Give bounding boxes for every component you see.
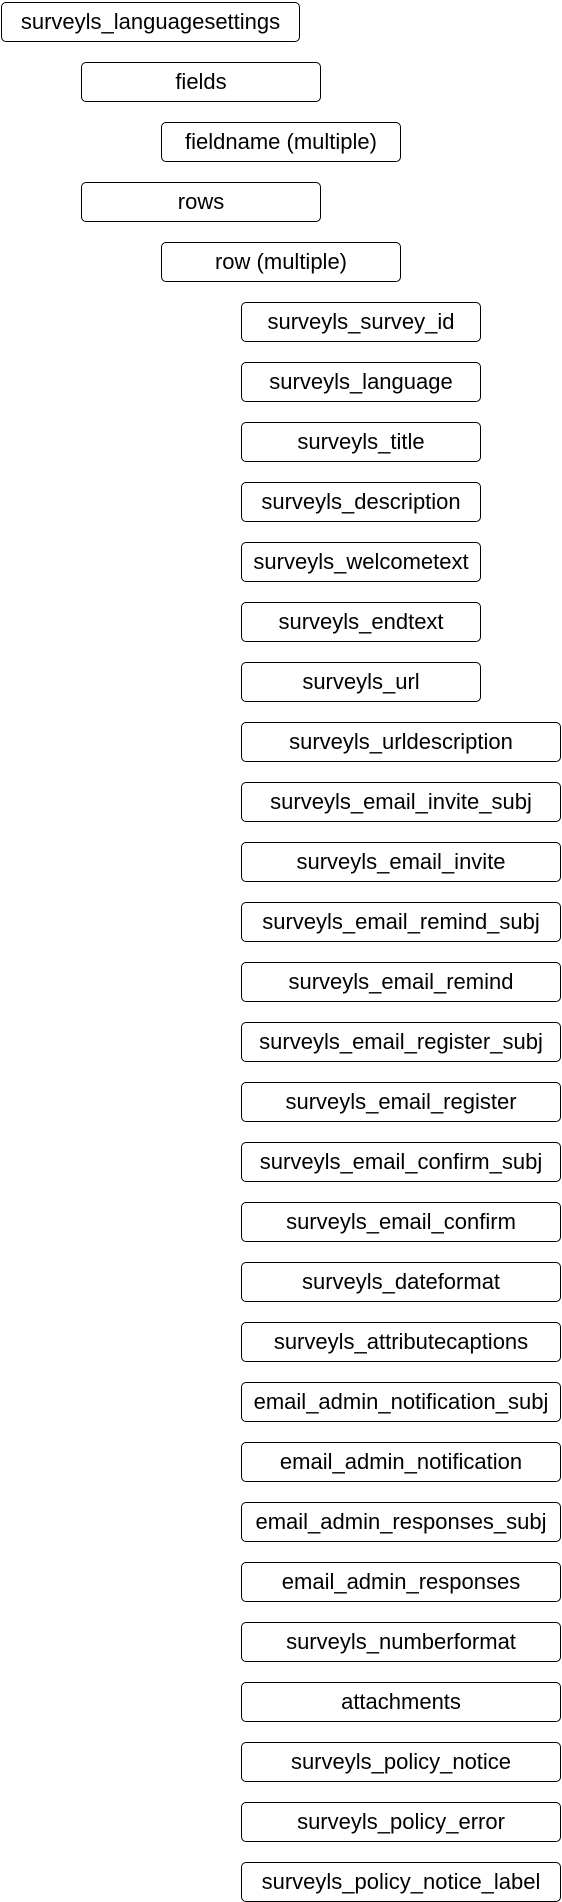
node-attachments: attachments [241, 1682, 561, 1722]
node-surveyls-policy-notice: surveyls_policy_notice [241, 1742, 561, 1782]
node-surveyls-welcometext: surveyls_welcometext [241, 542, 481, 582]
node-surveyls-language: surveyls_language [241, 362, 481, 402]
node-email-admin-notification: email_admin_notification [241, 1442, 561, 1482]
node-row-multiple: row (multiple) [161, 242, 401, 282]
node-surveyls-title: surveyls_title [241, 422, 481, 462]
node-surveyls-attributecaptions: surveyls_attributecaptions [241, 1322, 561, 1362]
node-surveyls-urldescription: surveyls_urldescription [241, 722, 561, 762]
node-surveyls-policy-notice-label: surveyls_policy_notice_label [241, 1862, 561, 1902]
node-surveyls-email-register: surveyls_email_register [241, 1082, 561, 1122]
node-surveyls-email-invite-subj: surveyls_email_invite_subj [241, 782, 561, 822]
node-surveyls-description: surveyls_description [241, 482, 481, 522]
node-surveyls-survey-id: surveyls_survey_id [241, 302, 481, 342]
node-surveyls-email-remind-subj: surveyls_email_remind_subj [241, 902, 561, 942]
node-email-admin-notification-subj: email_admin_notification_subj [241, 1382, 561, 1422]
xml-structure-diagram: surveyls_languagesettings fields fieldna… [0, 0, 562, 1902]
node-fieldname-multiple: fieldname (multiple) [161, 122, 401, 162]
node-surveyls-email-confirm: surveyls_email_confirm [241, 1202, 561, 1242]
node-surveyls-email-remind: surveyls_email_remind [241, 962, 561, 1002]
node-email-admin-responses-subj: email_admin_responses_subj [241, 1502, 561, 1542]
node-surveyls-numberformat: surveyls_numberformat [241, 1622, 561, 1662]
node-email-admin-responses: email_admin_responses [241, 1562, 561, 1602]
node-surveyls-email-register-subj: surveyls_email_register_subj [241, 1022, 561, 1062]
node-surveyls-email-confirm-subj: surveyls_email_confirm_subj [241, 1142, 561, 1182]
node-surveyls-languagesettings: surveyls_languagesettings [1, 2, 300, 42]
node-surveyls-email-invite: surveyls_email_invite [241, 842, 561, 882]
node-rows: rows [81, 182, 321, 222]
node-surveyls-url: surveyls_url [241, 662, 481, 702]
node-surveyls-dateformat: surveyls_dateformat [241, 1262, 561, 1302]
node-fields: fields [81, 62, 321, 102]
node-surveyls-policy-error: surveyls_policy_error [241, 1802, 561, 1842]
node-surveyls-endtext: surveyls_endtext [241, 602, 481, 642]
